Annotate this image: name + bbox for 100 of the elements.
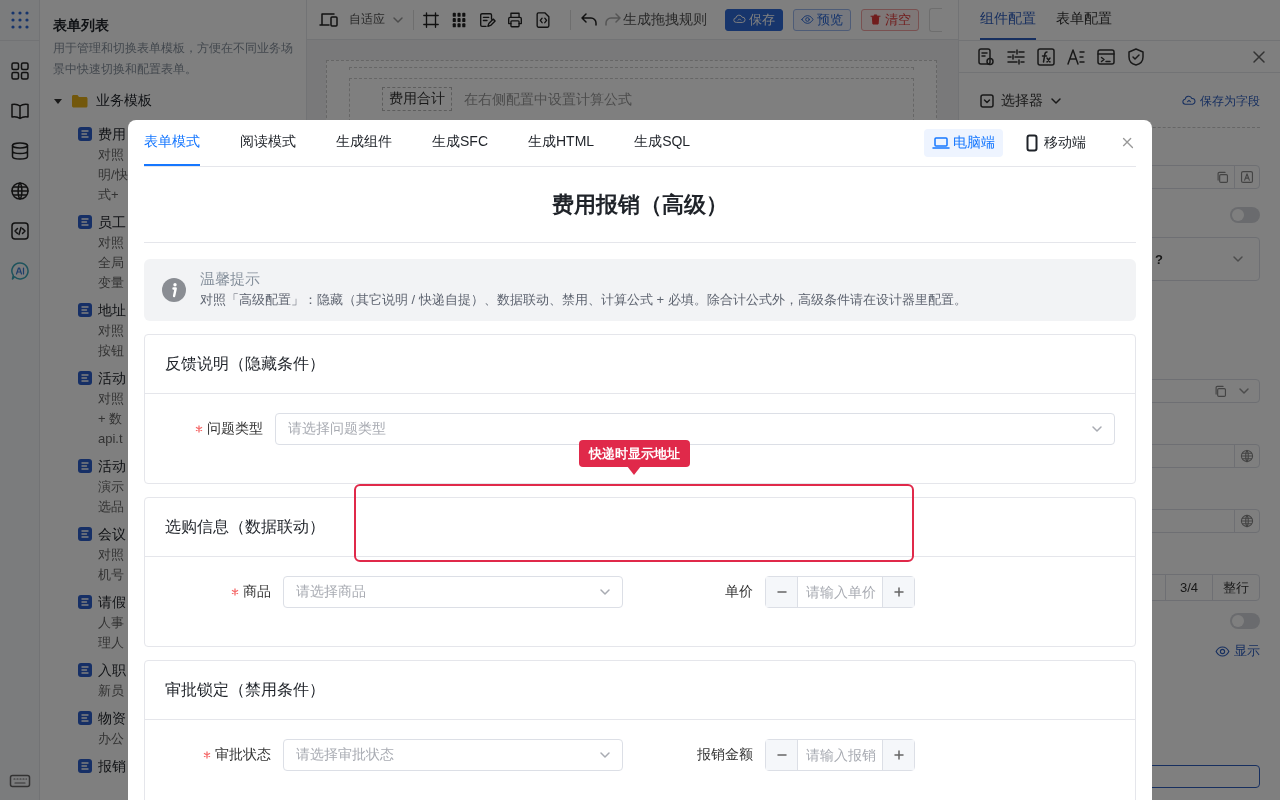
template-description: 对照 <box>98 234 124 252</box>
template-title[interactable]: 请假 <box>98 591 126 613</box>
form-settings-icon[interactable] <box>976 47 995 66</box>
keyboard-icon[interactable] <box>8 772 31 790</box>
select-field[interactable]: 请选择商品 <box>283 576 623 608</box>
form-document-icon <box>78 711 92 725</box>
width-option[interactable]: 3/4 <box>1165 575 1212 600</box>
print-icon[interactable] <box>506 10 524 29</box>
folder-icon <box>71 93 88 109</box>
select-field[interactable]: 请选择问题类型 <box>275 413 1115 445</box>
width-option[interactable]: 整行 <box>1212 575 1259 600</box>
eye-icon <box>801 13 814 26</box>
number-field[interactable]: 请输入单价 <box>765 576 915 608</box>
device-toggle[interactable]: 电脑端 <box>924 129 1003 157</box>
app-grid-icon[interactable] <box>9 10 30 30</box>
select-field[interactable]: 请选择审批状态 <box>283 739 623 771</box>
preview-button[interactable]: 预览 <box>793 8 851 31</box>
copy-icon <box>1215 170 1229 184</box>
template-description: 选品 <box>98 498 124 516</box>
save-button[interactable]: 保存 <box>725 8 783 31</box>
folder-label[interactable]: 业务模板 <box>96 92 152 110</box>
number-input[interactable]: 请输入报销 <box>798 740 882 770</box>
number-input[interactable]: 请输入单价 <box>798 577 882 607</box>
template-description: 人事 <box>98 614 124 632</box>
notice-text: 对照「高级配置」：隐藏（其它说明 / 快递自提）、数据联动、禁用、计算公式 + 必填。除合计公式外，高级条件请在设计器里配置。 <box>200 291 967 309</box>
template-description: 对照 <box>98 546 124 564</box>
form-document-icon <box>78 215 92 229</box>
template-title[interactable]: 费用 <box>98 123 126 145</box>
template-title[interactable]: 员工 <box>98 211 126 233</box>
template-title[interactable]: 地址 <box>98 299 126 321</box>
sliders-icon[interactable] <box>1006 47 1025 66</box>
code-icon[interactable] <box>9 221 30 241</box>
copy-icon <box>1213 384 1227 398</box>
field-label: 问题类型 <box>207 420 263 438</box>
field-label: 报销金额 <box>697 746 753 764</box>
ai-chat-icon[interactable] <box>9 261 30 281</box>
form-document-icon <box>78 527 92 541</box>
code-file-icon[interactable] <box>534 10 552 29</box>
section-title: 反馈说明（隐藏条件） <box>165 353 325 374</box>
form-document-icon <box>78 663 92 677</box>
database-icon[interactable] <box>9 141 30 161</box>
globe-icon[interactable] <box>9 181 30 201</box>
mode-tab[interactable]: 生成组件 <box>336 120 392 166</box>
generate-rules-button[interactable]: 生成拖拽规则 <box>623 10 707 29</box>
shield-check-icon[interactable] <box>1126 47 1145 66</box>
mode-tab[interactable]: 阅读模式 <box>240 120 296 166</box>
terminal-icon[interactable] <box>1096 47 1115 66</box>
template-title[interactable]: 会议 <box>98 523 126 545</box>
form-document-icon <box>78 459 92 473</box>
form-document-icon <box>78 127 92 141</box>
form-document-icon <box>78 595 92 609</box>
field-label: 单价 <box>725 583 753 601</box>
notice-title: 温馨提示 <box>200 269 261 289</box>
expand-caret-icon[interactable] <box>53 96 63 106</box>
plus-icon <box>891 585 906 599</box>
template-description: 全局 <box>98 254 124 272</box>
crop-frame-icon[interactable] <box>422 10 440 29</box>
phone-icon <box>1023 134 1041 152</box>
font-icon <box>1240 170 1254 184</box>
layout-select[interactable]: 自适应 <box>349 11 405 28</box>
apps-icon[interactable] <box>9 61 30 81</box>
visibility-link[interactable]: 显示 <box>1215 642 1260 660</box>
template-title[interactable]: 活动 <box>98 367 126 389</box>
template-title[interactable]: 报销 <box>98 755 126 777</box>
cloud-icon <box>1182 94 1196 108</box>
template-description: 演示 <box>98 478 124 496</box>
template-description: api.t <box>98 430 123 448</box>
device-toggle[interactable]: 移动端 <box>1015 129 1094 157</box>
template-description: + 数 <box>98 410 123 428</box>
component-type-select[interactable]: 选择器 <box>979 92 1063 110</box>
template-description: 式+ <box>98 186 119 204</box>
grid-icon[interactable] <box>450 10 468 29</box>
template-title[interactable]: 物资 <box>98 707 126 729</box>
template-description: 变量 <box>98 274 124 292</box>
text-style-icon[interactable] <box>1066 47 1085 66</box>
section-title: 选购信息（数据联动） <box>165 516 325 537</box>
edit-document-icon[interactable] <box>478 10 496 29</box>
mode-tab[interactable]: 生成SQL <box>634 120 691 166</box>
increment-button[interactable] <box>882 740 914 770</box>
book-icon[interactable] <box>9 101 30 121</box>
panel-title: 表单列表 <box>53 16 110 34</box>
function-icon[interactable] <box>1036 47 1055 66</box>
template-description: 对照 <box>98 146 124 164</box>
close-icon[interactable] <box>1120 135 1136 151</box>
panel-tab[interactable]: 表单配置 <box>1056 0 1112 40</box>
increment-button[interactable] <box>882 577 914 607</box>
mode-tab[interactable]: 表单模式 <box>144 120 200 166</box>
panel-tab[interactable]: 组件配置 <box>980 0 1036 40</box>
template-description: 按钮 <box>98 342 124 360</box>
clear-button[interactable]: 清空 <box>861 8 919 31</box>
mode-tab[interactable]: 生成SFC <box>432 120 488 166</box>
template-title[interactable]: 入职 <box>98 659 126 681</box>
field-label: 商品 <box>243 583 271 601</box>
template-description: 明/快 <box>98 166 128 184</box>
number-field[interactable]: 请输入报销 <box>765 739 915 771</box>
template-title[interactable]: 活动 <box>98 455 126 477</box>
template-description: 机号 <box>98 566 124 584</box>
template-description: 理人 <box>98 634 124 652</box>
save-as-field-link[interactable]: 保存为字段 <box>1182 92 1260 110</box>
mode-tab[interactable]: 生成HTML <box>528 120 595 166</box>
